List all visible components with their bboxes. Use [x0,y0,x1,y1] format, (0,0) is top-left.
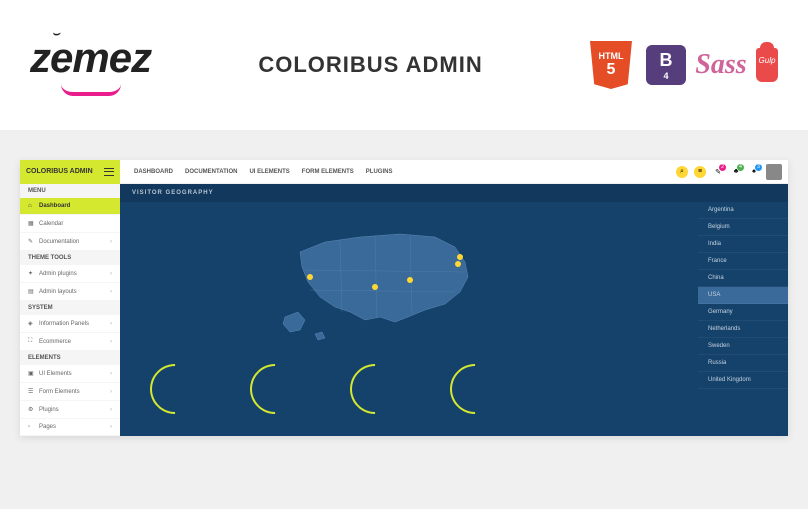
topbar: COLORIBUS ADMIN DASHBOARD DOCUMENTATION … [20,160,788,184]
content-panel: VISITOR GEOGRAPHY Argent [120,184,788,436]
top-actions: ⌕ ≡ ✎2 ♣4 ♠3 [676,164,788,180]
country-sweden[interactable]: Sweden [698,338,788,355]
item-label: Documentation [39,239,79,245]
item-icon: ◈ [28,320,34,327]
bell-icon[interactable]: ♣4 [730,166,742,178]
alert-icon[interactable]: ♠3 [748,166,760,178]
country-belgium[interactable]: Belgium [698,219,788,236]
chevron-right-icon: › [110,289,112,295]
arc-3 [340,354,411,425]
tech-icons: HTML5 B4 Sass [590,41,778,89]
menu-header: MENU [20,184,120,198]
arc-1 [140,354,211,425]
item-label: Dashboard [39,203,70,209]
stat-arcs [150,364,500,414]
promo-banner: ze⌣mez COLORIBUS ADMIN HTML5 B4 Sass [0,0,808,130]
sidebar-item-calendar[interactable]: ▦ Calendar [20,215,120,233]
country-russia[interactable]: Russia [698,355,788,372]
theme-header: THEME TOOLS [20,251,120,265]
app-preview: COLORIBUS ADMIN DASHBOARD DOCUMENTATION … [20,160,788,436]
arc-2 [240,354,311,425]
chevron-right-icon: › [110,389,112,395]
country-netherlands[interactable]: Netherlands [698,321,788,338]
panel-title: VISITOR GEOGRAPHY [120,184,788,202]
nav-plugins[interactable]: PLUGINS [366,169,393,175]
item-label: Information Panels [39,321,89,327]
chevron-right-icon: › [110,271,112,277]
item-icon: ⛶ [28,338,34,345]
nav-form-elements[interactable]: FORM ELEMENTS [302,169,354,175]
chevron-right-icon: › [110,407,112,413]
sidebar-item-information-panels[interactable]: ◈ Information Panels › [20,315,120,333]
edit-icon[interactable]: ✎2 [712,166,724,178]
item-label: Calendar [39,221,63,227]
bootstrap-icon: B4 [646,45,686,85]
nav-ui-elements[interactable]: UI ELEMENTS [249,169,289,175]
item-label: Admin layouts [39,289,77,295]
item-label: Pages [39,424,56,430]
chevron-right-icon: › [110,371,112,377]
item-icon: ▣ [28,370,34,377]
sidebar-item-documentation[interactable]: ✎ Documentation › [20,233,120,251]
country-usa[interactable]: USA [698,287,788,304]
zemez-logo: ze⌣mez [30,34,151,96]
country-france[interactable]: France [698,253,788,270]
html5-icon: HTML5 [590,41,632,89]
item-label: Plugins [39,407,59,413]
country-list: ArgentinaBelgiumIndiaFranceChinaUSAGerma… [698,202,788,389]
sidebar-item-dashboard[interactable]: ⌂ Dashboard [20,198,120,215]
top-nav: DASHBOARD DOCUMENTATION UI ELEMENTS FORM… [120,169,676,175]
item-icon: ⚙ [28,406,34,413]
sidebar-item-ui-elements[interactable]: ▣ UI Elements › [20,365,120,383]
country-argentina[interactable]: Argentina [698,202,788,219]
item-icon: ▦ [28,220,34,227]
item-label: Ecommerce [39,339,71,345]
sidebar-item-plugins[interactable]: ⚙ Plugins › [20,401,120,419]
sidebar-item-form-elements[interactable]: ☰ Form Elements › [20,383,120,401]
hamburger-icon[interactable] [104,168,114,176]
sidebar-item-ecommerce[interactable]: ⛶ Ecommerce › [20,333,120,351]
item-icon: ⌂ [28,203,34,209]
chevron-right-icon: › [110,321,112,327]
chevron-right-icon: › [110,424,112,430]
nav-dashboard[interactable]: DASHBOARD [134,169,173,175]
brand-area: COLORIBUS ADMIN [20,160,120,184]
country-india[interactable]: India [698,236,788,253]
item-label: Form Elements [39,389,80,395]
item-icon: ☰ [28,388,34,395]
item-icon: ✎ [28,238,34,245]
search-icon[interactable]: ⌕ [676,166,688,178]
item-icon: ✦ [28,270,34,277]
brand-label: COLORIBUS ADMIN [26,168,93,175]
arc-4 [440,354,511,425]
item-label: Admin plugins [39,271,77,277]
promo-title: COLORIBUS ADMIN [258,52,482,78]
avatar[interactable] [766,164,782,180]
map-area: ArgentinaBelgiumIndiaFranceChinaUSAGerma… [120,202,788,402]
country-china[interactable]: China [698,270,788,287]
sass-icon: Sass [700,41,742,89]
gulp-icon [756,48,778,82]
usa-map [280,222,500,352]
country-united-kingdom[interactable]: United Kingdom [698,372,788,389]
item-icon: ▫ [28,424,34,430]
chevron-right-icon: › [110,239,112,245]
nav-documentation[interactable]: DOCUMENTATION [185,169,237,175]
item-label: UI Elements [39,371,72,377]
system-header: SYSTEM [20,301,120,315]
filter-icon[interactable]: ≡ [694,166,706,178]
sidebar-item-admin-layouts[interactable]: ▤ Admin layouts › [20,283,120,301]
chevron-right-icon: › [110,339,112,345]
elements-header: ELEMENTS [20,351,120,365]
sidebar: MENU ⌂Dashboard▦Calendar✎Documentation› … [20,184,120,436]
country-germany[interactable]: Germany [698,304,788,321]
item-icon: ▤ [28,288,34,295]
sidebar-item-pages[interactable]: ▫ Pages › [20,419,120,436]
sidebar-item-admin-plugins[interactable]: ✦ Admin plugins › [20,265,120,283]
